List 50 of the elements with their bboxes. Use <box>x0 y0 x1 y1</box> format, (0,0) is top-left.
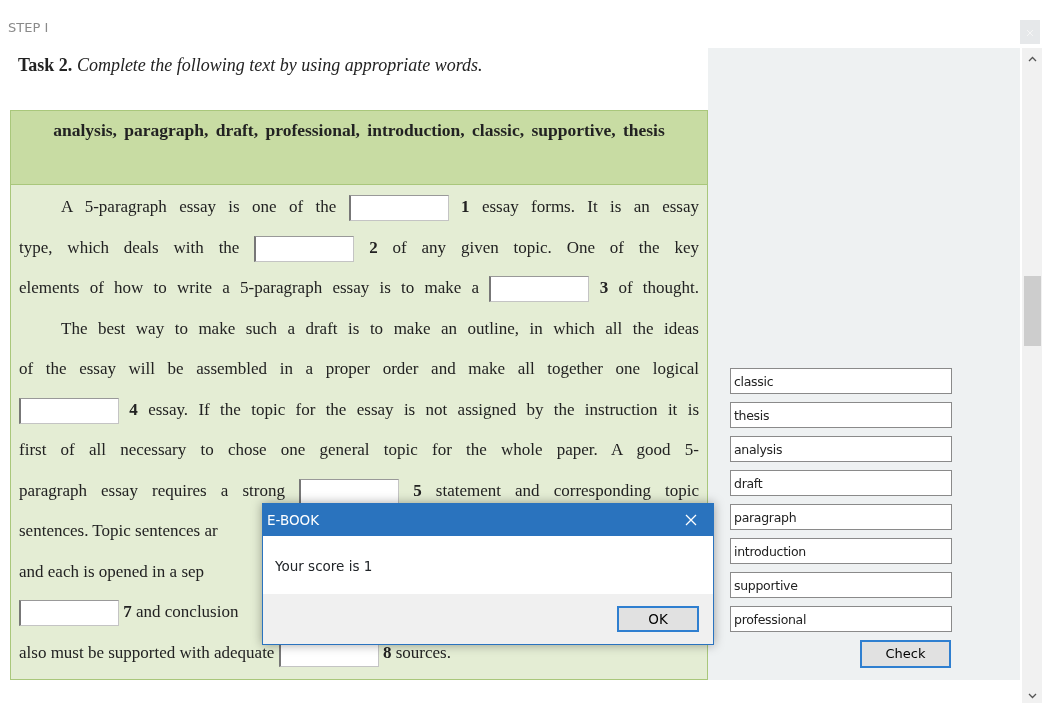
text-line: of thought. <box>618 278 699 297</box>
blank-number: 7 <box>123 602 132 621</box>
text-line: type, which deals with the <box>19 237 240 257</box>
answer-field[interactable]: paragraph <box>730 504 952 530</box>
answer-field[interactable]: analysis <box>730 436 952 462</box>
answer-field[interactable]: supportive <box>730 572 952 598</box>
answer-field[interactable]: thesis <box>730 402 952 428</box>
text-line: paragraph essay requires a strong <box>19 480 285 500</box>
answer-field[interactable]: professional <box>730 606 952 632</box>
blank-number: 8 <box>382 642 392 662</box>
text-line: statement and corresponding topic <box>435 480 700 500</box>
blank-number: 1 <box>461 197 470 216</box>
blank-field[interactable] <box>348 195 449 222</box>
blank-field[interactable] <box>299 478 400 505</box>
text-line: of any given topic. One of the key <box>392 237 699 257</box>
blank-number: 5 <box>413 480 422 500</box>
answer-field[interactable]: classic <box>730 368 952 394</box>
text-line: The best way to make such a draft is to make an outline, in which all the ideas <box>61 318 699 338</box>
blank-field[interactable] <box>489 276 590 303</box>
dialog-title: E-BOOK <box>267 510 320 530</box>
answer-field[interactable]: draft <box>730 470 952 496</box>
task-heading: Task 2. Complete the following text by using appropriate words. <box>18 54 484 77</box>
blank-field[interactable] <box>19 600 119 627</box>
check-button[interactable]: Check <box>860 640 951 668</box>
text-line: also must be supported with adequate <box>19 642 275 662</box>
scrollbar[interactable] <box>1022 48 1042 703</box>
text-line: sources. <box>395 642 451 662</box>
blank-field[interactable] <box>254 235 355 262</box>
text-line: first of all necessary to chose one general topic for the whole paper. A good 5- <box>19 440 699 459</box>
text-line: and each is opened in a sep <box>19 561 205 581</box>
text-line: and conclusion <box>136 602 239 621</box>
dialog-message: Your score is 1 <box>275 558 373 574</box>
text-line: A 5-paragraph essay is one of the <box>61 197 337 216</box>
text-line: sentences. Topic sentences ar <box>19 521 218 540</box>
answer-field[interactable]: introduction <box>730 538 952 564</box>
scroll-down-icon[interactable] <box>1027 693 1037 699</box>
step-title: STEP I <box>8 19 49 37</box>
blank-number: 4 <box>129 399 138 419</box>
scroll-thumb[interactable] <box>1023 276 1041 346</box>
text-line: of the essay will be assembled in a proper order and make all together one logical <box>19 359 699 378</box>
blank-field[interactable] <box>19 397 119 424</box>
ok-button[interactable]: OK <box>617 606 699 632</box>
blank-number: 3 <box>599 278 609 297</box>
text-line: essay. If the topic for the essay is not assigned by the instruction it is <box>148 399 699 419</box>
text-line: essay forms. It is an essay <box>481 197 700 216</box>
text-line: elements of how to write a 5-paragraph essay is to make a <box>19 278 480 297</box>
blank-number: 2 <box>369 237 378 257</box>
close-icon <box>685 514 697 526</box>
scroll-up-icon[interactable] <box>1027 56 1037 62</box>
word-bank: analysis, paragraph, draft, professional, introduction, classic, supportive, thesis <box>10 110 708 185</box>
